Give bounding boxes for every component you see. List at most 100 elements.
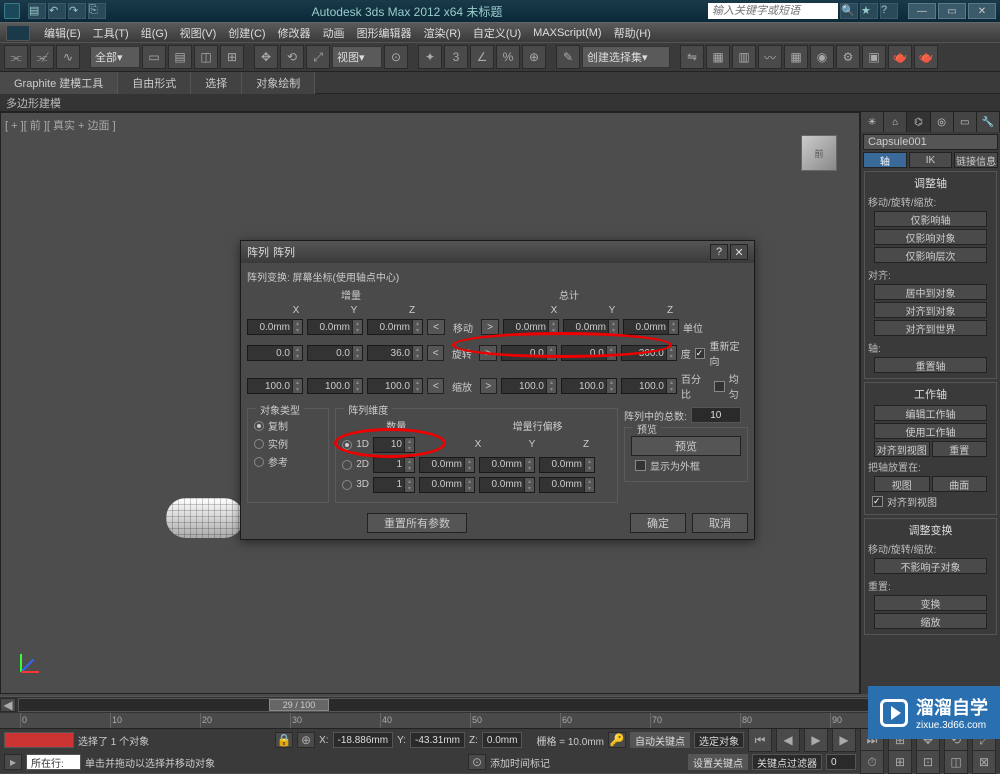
coord-y-field[interactable]: -43.31mm (410, 732, 465, 748)
subpanel-link-button[interactable]: 链接信息 (954, 152, 998, 168)
schematic-icon[interactable]: ▦ (784, 45, 808, 69)
coord-z-field[interactable]: 0.0mm (482, 732, 523, 748)
rotate-tot-x-spinner[interactable]: ▴▾ (501, 345, 557, 361)
rotate-inc-z-spinner[interactable]: ▴▾ (367, 345, 423, 361)
uniform-checkbox[interactable] (714, 381, 725, 392)
move-tot-x-spinner[interactable]: ▴▾ (503, 319, 559, 335)
ok-button[interactable]: 确定 (630, 513, 686, 533)
selection-filter-combo[interactable]: 全部 ▾ (90, 46, 140, 68)
link-icon[interactable]: ⫘ (4, 45, 28, 69)
align-icon[interactable]: ▦ (706, 45, 730, 69)
align-view-checkbox[interactable]: 对齐到视图 (872, 494, 989, 509)
layers-icon[interactable]: ▥ (732, 45, 756, 69)
window-crossing-icon[interactable]: ⊞ (220, 45, 244, 69)
reset-transform-button[interactable]: 变换 (874, 595, 987, 611)
titlebar-icon[interactable]: ↶ (48, 3, 66, 19)
titlebar-icon[interactable]: ↷ (68, 3, 86, 19)
move-left-button[interactable]: < (427, 319, 445, 335)
snap-toggle-icon[interactable]: 3 (444, 45, 468, 69)
instance-radio[interactable]: 实例 (254, 436, 322, 451)
help-icon[interactable]: ? (880, 3, 898, 19)
move-right-button[interactable]: > (481, 319, 499, 335)
rotate-tot-y-spinner[interactable]: ▴▾ (561, 345, 617, 361)
panel-tab-utilities[interactable]: 🔧 (977, 112, 1000, 132)
affect-object-button[interactable]: 仅影响对象 (874, 229, 987, 245)
menu-views[interactable]: 视图(V) (174, 25, 223, 41)
named-sel-combo[interactable]: 创建选择集 ▾ (582, 46, 670, 68)
spinner-snap-icon[interactable]: ⊕ (522, 45, 546, 69)
move-inc-z-spinner[interactable]: ▴▾ (367, 319, 423, 335)
ref-coord-combo[interactable]: 视图 ▾ (332, 46, 382, 68)
dialog-help-button[interactable]: ? (710, 244, 728, 260)
show-wireframe-checkbox[interactable]: 显示为外框 (635, 458, 737, 473)
maximize-button[interactable]: ▭ (938, 3, 966, 19)
play-next-icon[interactable]: ▶ (832, 728, 856, 752)
lock-icon[interactable]: 🔒 (275, 732, 293, 748)
render-setup-icon[interactable]: ⚙ (836, 45, 860, 69)
dialog-close-button[interactable]: ✕ (730, 244, 748, 260)
reference-radio[interactable]: 参考 (254, 454, 322, 469)
select-manip-icon[interactable]: ✦ (418, 45, 442, 69)
render-frame-icon[interactable]: ▣ (862, 45, 886, 69)
subpanel-pivot-button[interactable]: 轴 (863, 152, 907, 168)
1d-radio[interactable]: 1D (342, 439, 369, 450)
menu-modifiers[interactable]: 修改器 (272, 25, 317, 41)
menu-graph[interactable]: 图形编辑器 (351, 25, 418, 41)
rotate-icon[interactable]: ⟲ (280, 45, 304, 69)
close-button[interactable]: ✕ (968, 3, 996, 19)
cancel-button[interactable]: 取消 (692, 513, 748, 533)
render-last-icon[interactable]: 🫖 (914, 45, 938, 69)
tab-selection[interactable]: 选择 (191, 72, 242, 94)
panel-tab-display[interactable]: ▭ (954, 112, 977, 132)
titlebar-icon[interactable]: ▤ (28, 3, 46, 19)
coord-x-field[interactable]: -18.886mm (333, 732, 394, 748)
tab-graphite[interactable]: Graphite 建模工具 (0, 72, 118, 94)
panel-tab-hierarchy[interactable]: ⌬ (907, 112, 930, 132)
nav-icon[interactable]: ⊞ (888, 750, 912, 774)
viewcube[interactable]: 前 (801, 135, 837, 171)
align-to-view-button[interactable]: 对齐到视图 (874, 441, 930, 457)
reset-wp-button[interactable]: 重置 (932, 441, 988, 457)
scale-icon[interactable]: ⤢ (306, 45, 330, 69)
menu-customize[interactable]: 自定义(U) (467, 25, 527, 41)
unlink-icon[interactable]: ⫘̸ (30, 45, 54, 69)
sel-filter-combo[interactable]: 选定对象 (694, 732, 744, 748)
reset-pivot-button[interactable]: 重置轴 (874, 357, 987, 373)
rotate-inc-y-spinner[interactable]: ▴▾ (307, 345, 363, 361)
time-tag-icon[interactable]: ⊙ (468, 754, 486, 770)
move-tot-z-spinner[interactable]: ▴▾ (623, 319, 679, 335)
curve-editor-icon[interactable]: 〰 (758, 45, 782, 69)
auto-key-button[interactable]: 自动关键点 (630, 732, 690, 748)
play-start-icon[interactable]: ⏮ (748, 728, 772, 752)
align-object-button[interactable]: 对齐到对象 (874, 302, 987, 318)
edit-working-pivot-button[interactable]: 编辑工作轴 (874, 405, 987, 421)
rotate-left-button[interactable]: < (427, 345, 444, 361)
scale-inc-z-spinner[interactable]: ▴▾ (367, 378, 423, 394)
subpanel-ik-button[interactable]: IK (909, 152, 953, 168)
3d-z-spinner[interactable]: ▴▾ (539, 477, 595, 493)
menu-group[interactable]: 组(G) (135, 25, 174, 41)
2d-radio[interactable]: 2D (342, 459, 369, 470)
bind-spacewarp-icon[interactable]: ∿ (56, 45, 80, 69)
affect-hierarchy-button[interactable]: 仅影响层次 (874, 247, 987, 263)
object-name-field[interactable]: Capsule001 (863, 134, 998, 150)
panel-tab-motion[interactable]: ◎ (931, 112, 954, 132)
app-menu-icon[interactable] (6, 25, 30, 41)
time-slider[interactable]: ◀ 29 / 100 ▶ (0, 697, 1000, 713)
communication-icon[interactable]: ★ (860, 3, 878, 19)
scale-inc-x-spinner[interactable]: ▴▾ (247, 378, 303, 394)
scale-left-button[interactable]: < (427, 378, 444, 394)
material-editor-icon[interactable]: ◉ (810, 45, 834, 69)
edit-named-sel-icon[interactable]: ✎ (556, 45, 580, 69)
affect-pivot-button[interactable]: 仅影响轴 (874, 211, 987, 227)
key-icon[interactable]: 🔑 (608, 732, 626, 748)
align-world-button[interactable]: 对齐到世界 (874, 320, 987, 336)
viewport-label[interactable]: [ + ][ 前 ][ 真实 + 边面 ] (5, 117, 116, 133)
preview-button[interactable]: 预览 (631, 436, 741, 456)
scale-tot-z-spinner[interactable]: ▴▾ (621, 378, 677, 394)
tab-freeform[interactable]: 自由形式 (118, 72, 191, 94)
tab-paint[interactable]: 对象绘制 (242, 72, 315, 94)
move-icon[interactable]: ✥ (254, 45, 278, 69)
reorient-checkbox[interactable] (695, 348, 706, 359)
panel-tab-create[interactable]: ✳ (861, 112, 884, 132)
